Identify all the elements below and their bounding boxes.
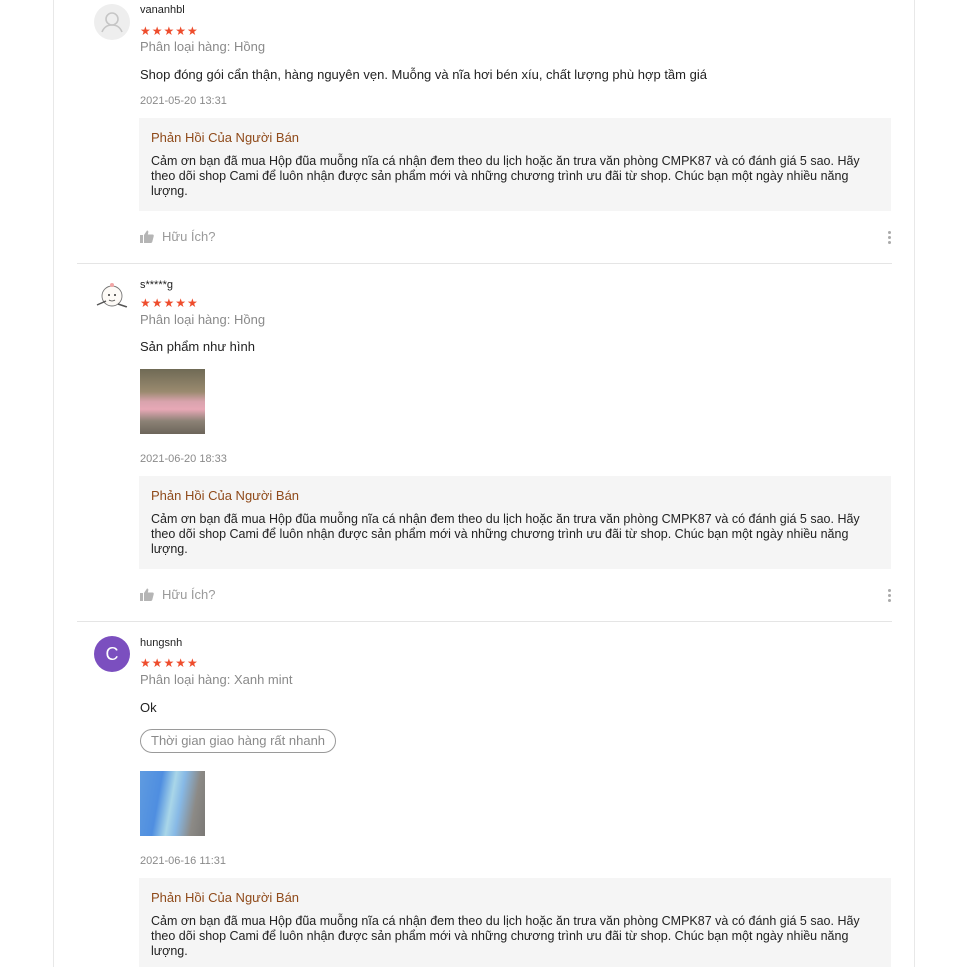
rating-stars: ★★★★★ (140, 296, 199, 310)
more-vertical-icon[interactable] (886, 231, 892, 244)
thumbs-up-icon (140, 230, 154, 243)
reviews-panel: vananhbl ★★★★★ Phân loại hàng: Hồng Shop… (53, 0, 915, 967)
user-icon (101, 12, 123, 33)
seller-reply-text: Cảm ơn bạn đã mua Hộp đũa muỗng nĩa cá n… (151, 154, 860, 198)
username[interactable]: hungsnh (140, 637, 182, 649)
helpful-button[interactable]: Hữu Ích? (140, 229, 216, 244)
review-time: 2021-06-20 18:33 (140, 453, 227, 465)
review-tag: Thời gian giao hàng rất nhanh (140, 729, 337, 753)
avatar[interactable]: C (94, 636, 130, 672)
variation-label: Phân loại hàng: Xanh mint (140, 672, 293, 687)
seller-reply-text: Cảm ơn bạn đã mua Hộp đũa muỗng nĩa cá n… (151, 512, 860, 556)
avatar[interactable] (94, 4, 130, 40)
seller-reply-title: Phản Hồi Của Người Bán (151, 488, 300, 503)
variation-label: Phân loại hàng: Hồng (140, 312, 266, 327)
review-content: Shop đóng gói cẩn thận, hàng nguyên vẹn.… (140, 67, 707, 82)
avatar[interactable] (94, 279, 130, 315)
rating-stars: ★★★★★ (140, 656, 199, 670)
variation-label: Phân loại hàng: Hồng (140, 39, 266, 54)
helpful-label: Hữu Ích? (162, 229, 216, 244)
seller-reply: Phản Hồi Của Người Bán Cảm ơn bạn đã mua… (139, 118, 891, 211)
helpful-label: Hữu Ích? (162, 587, 216, 602)
review-content: Sản phẩm như hình (140, 339, 255, 354)
helpful-button[interactable]: Hữu Ích? (140, 587, 216, 602)
review-time: 2021-05-20 13:31 (140, 95, 227, 107)
seller-reply-title: Phản Hồi Của Người Bán (151, 890, 300, 905)
username[interactable]: vananhbl (140, 4, 185, 16)
more-vertical-icon[interactable] (886, 589, 892, 602)
divider (77, 621, 892, 622)
review-photo[interactable] (140, 369, 205, 434)
seller-reply-title: Phản Hồi Của Người Bán (151, 130, 300, 145)
avatar-illustration (96, 283, 128, 308)
seller-reply: Phản Hồi Của Người Bán Cảm ơn bạn đã mua… (139, 878, 891, 967)
seller-reply: Phản Hồi Của Người Bán Cảm ơn bạn đã mua… (139, 476, 891, 569)
review-photo[interactable] (140, 771, 205, 836)
rating-stars: ★★★★★ (140, 24, 199, 38)
divider (77, 263, 892, 264)
review-time: 2021-06-16 11:31 (140, 855, 227, 867)
seller-reply-text: Cảm ơn bạn đã mua Hộp đũa muỗng nĩa cá n… (151, 914, 860, 958)
username[interactable]: s*****g (140, 279, 173, 291)
review-content: Ok (140, 700, 157, 715)
thumbs-up-icon (140, 588, 154, 601)
